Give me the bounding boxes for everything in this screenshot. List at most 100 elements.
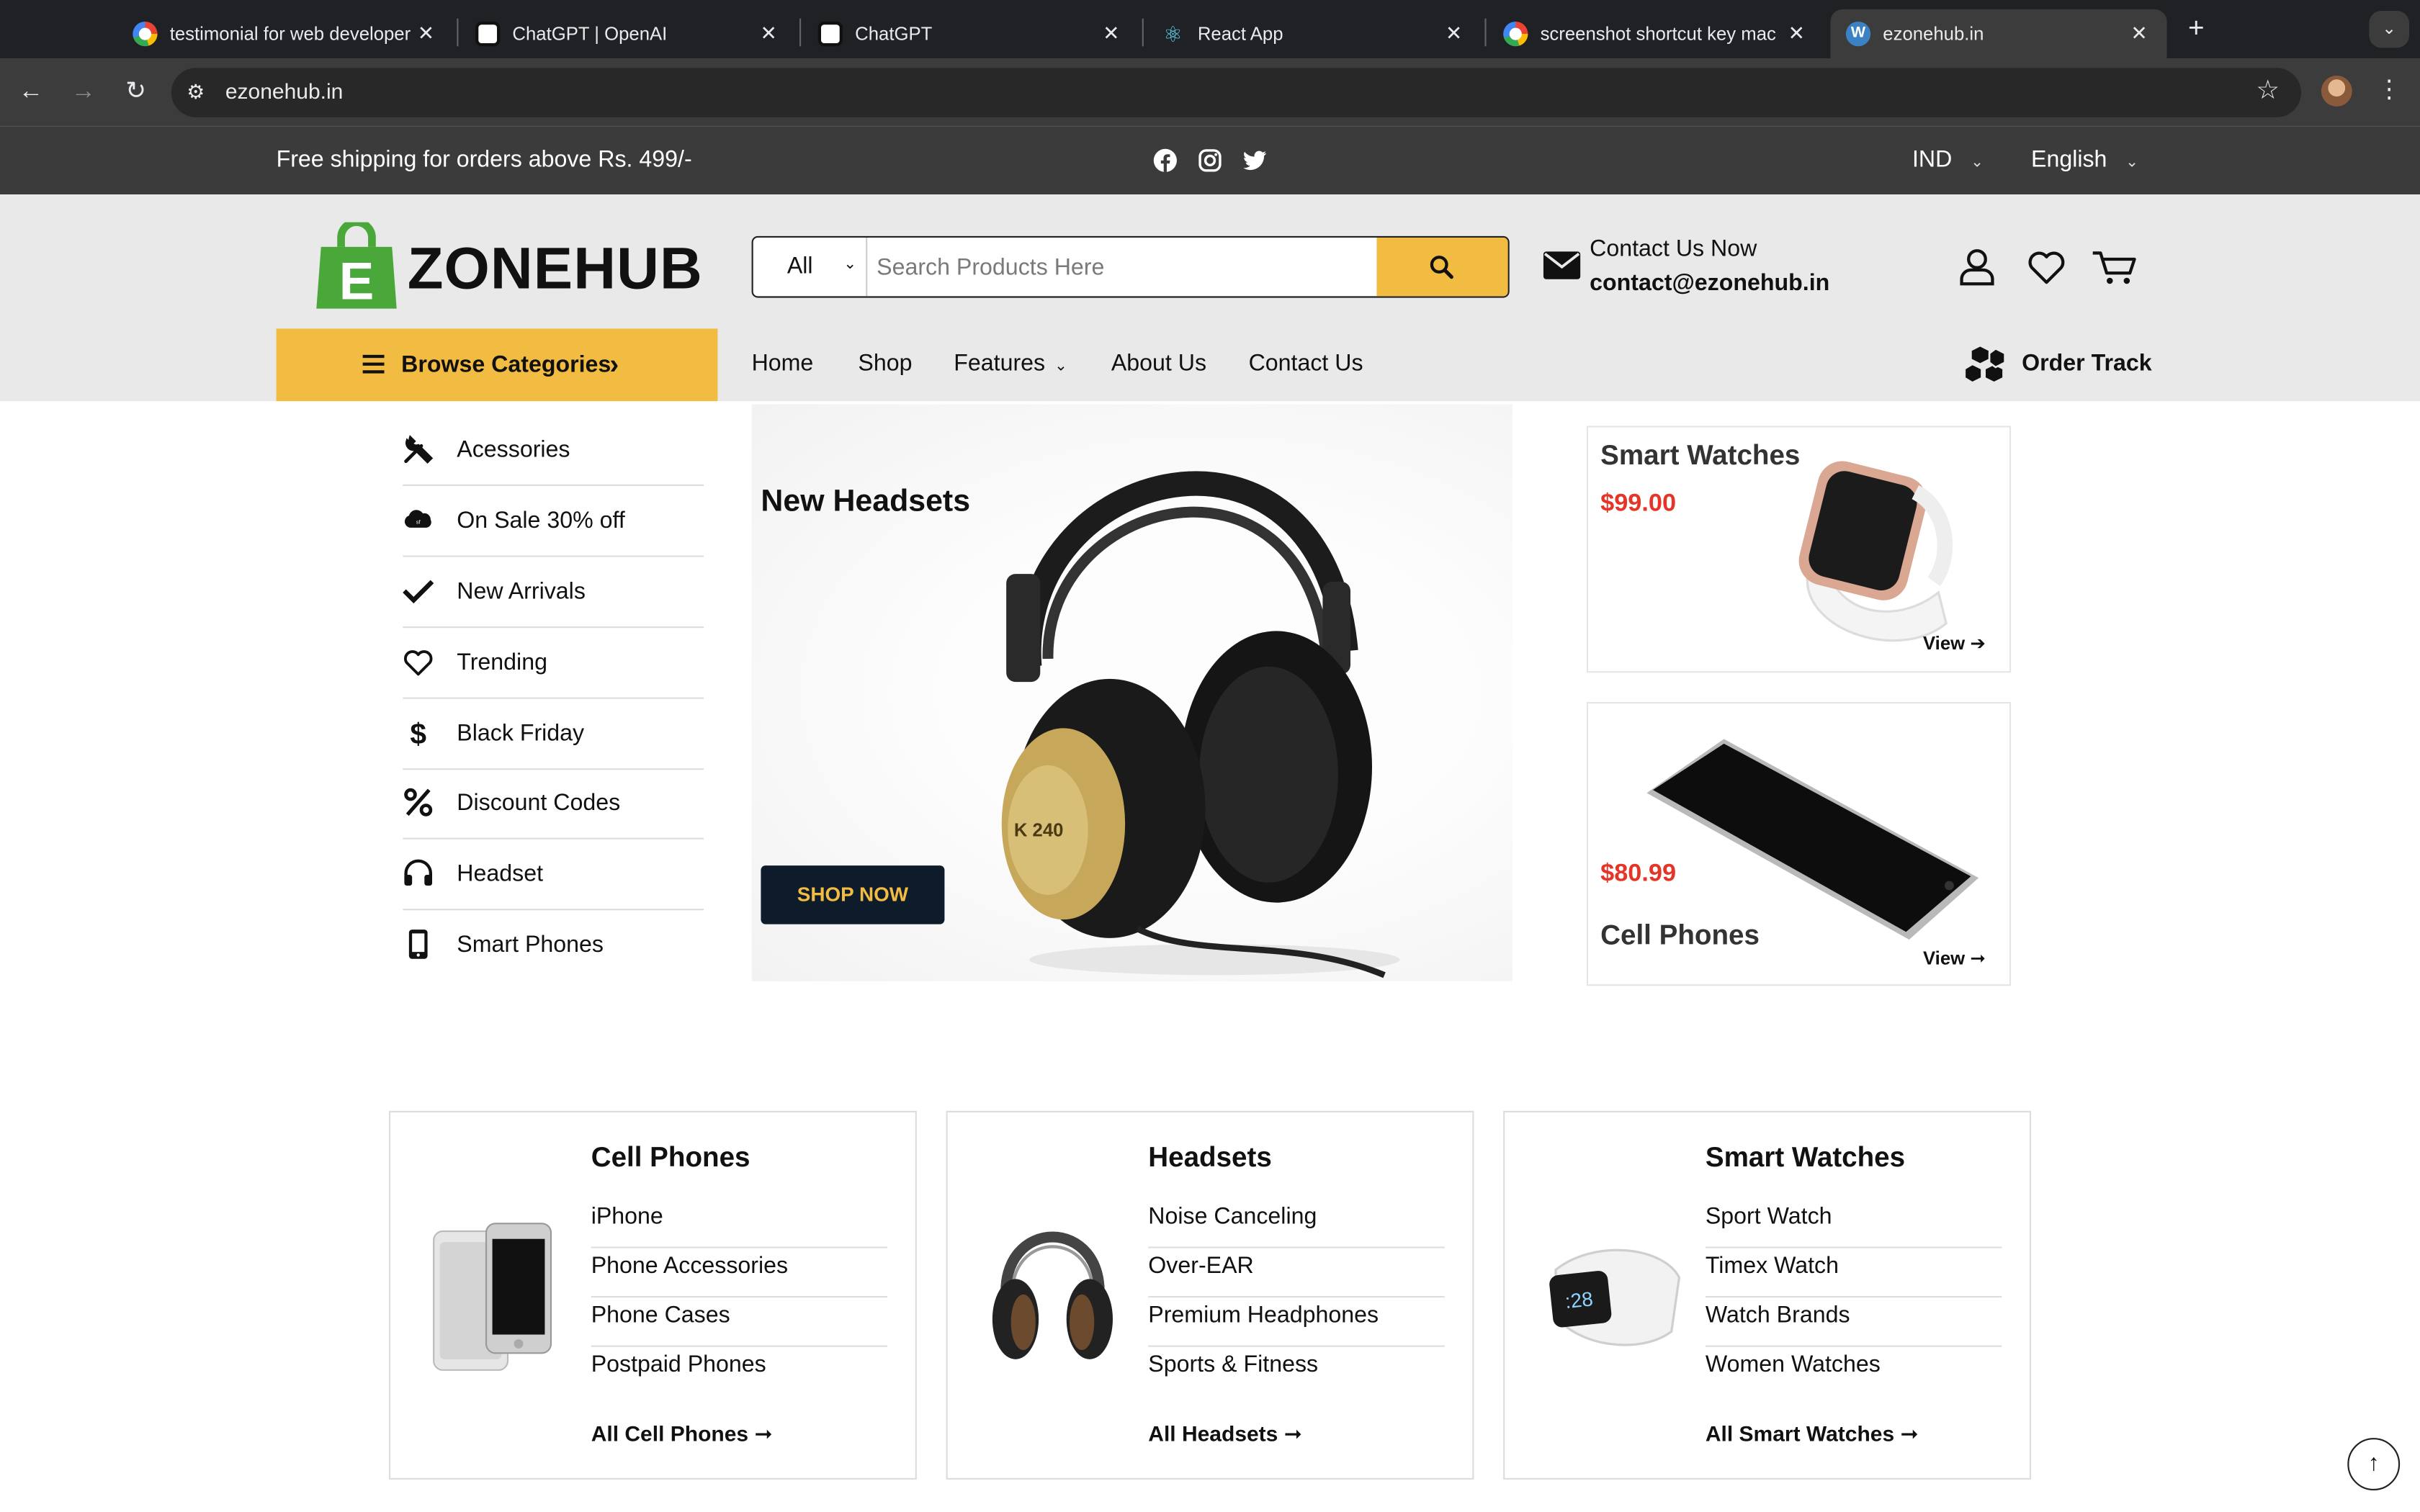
search-button[interactable] [1376,238,1508,297]
svg-text:$: $ [410,717,426,748]
promo-card-smart-watches[interactable]: Smart Watches $99.00 View ➔ [1586,426,2012,673]
back-icon[interactable]: ← [14,76,48,109]
site-logo[interactable]: E ZONEHUB [313,222,702,315]
category-link[interactable]: Watch Brands [1705,1297,2002,1347]
arrow-up-icon: ↑ [2367,1450,2380,1477]
arrow-right-icon: ➞ [1900,1421,1919,1446]
sidebar-item-discount-codes[interactable]: Discount Codes [403,768,704,840]
browser-tab-1[interactable]: testimonial for web developer ✕ [117,9,454,59]
close-icon[interactable]: ✕ [1784,22,1809,46]
browse-categories-button[interactable]: Browse Categories › [276,328,718,402]
nav-shop[interactable]: Shop [858,350,912,376]
promo-view-label: View [1923,632,1966,654]
category-link[interactable]: Sport Watch [1705,1199,2002,1248]
tab-separator [1484,18,1487,47]
category-link[interactable]: iPhone [591,1199,888,1248]
arrow-right-icon: ➞ [754,1421,773,1446]
browser-menu-icon[interactable]: ⋮ [2377,74,2401,105]
sidebar-item-new-arrivals[interactable]: New Arrivals [403,557,704,629]
smartwatch-image [1798,461,1953,642]
category-link[interactable]: Premium Headphones [1148,1297,1445,1347]
currency-select[interactable]: IND ⌄ [1912,147,1984,173]
all-category-link[interactable]: All Headsets ➞ [1148,1421,1302,1447]
watch-thumbnail: :28 [1549,1248,1681,1346]
promo-view-label: View [1923,947,1966,969]
search-category-select[interactable]: All ⌄ [753,238,868,297]
reload-icon[interactable]: ↻ [119,76,153,109]
close-icon[interactable]: ✕ [2127,22,2151,46]
language-value: English [2031,146,2107,173]
category-box-smart-watches: :28 Smart Watches Sport Watch Timex Watc… [1503,1110,2031,1480]
nav-features[interactable]: Features ⌄ [954,350,1067,376]
close-icon[interactable]: ✕ [413,22,438,46]
category-link[interactable]: Phone Cases [591,1297,888,1347]
cart-icon[interactable] [2092,247,2138,287]
all-category-link[interactable]: All Cell Phones ➞ [591,1421,773,1447]
tab-separator [1142,18,1144,47]
tab-title: React App [1197,23,1283,45]
url-text[interactable]: ezonehub.in [225,78,343,103]
nav-home[interactable]: Home [752,350,814,376]
category-link[interactable]: Phone Accessories [591,1248,888,1298]
order-track-link[interactable]: Order Track [1964,344,2152,387]
bookmark-star-icon[interactable]: ☆ [2256,76,2280,107]
instagram-icon[interactable] [1198,148,1222,173]
all-category-link[interactable]: All Smart Watches ➞ [1706,1421,1919,1447]
browse-categories-label: Browse Categories [401,351,611,378]
close-icon[interactable]: ✕ [1099,22,1124,46]
category-box-title: Headsets [1148,1141,1272,1173]
promo-card-cell-phones[interactable]: $80.99 Cell Phones View ➞ [1586,701,2012,986]
new-tab-button[interactable]: + [2179,12,2213,45]
site-settings-icon[interactable]: ⚙ [187,80,205,104]
hero-title: New Headsets [761,484,971,518]
language-select[interactable]: English ⌄ [2031,147,2138,173]
browser-toolbar: ← → ↻ ⚙ ezonehub.in ☆ [0,58,2420,127]
close-icon[interactable]: ✕ [756,22,781,46]
browser-tab-4[interactable]: ⚛ React App ✕ [1145,9,1482,59]
facebook-icon[interactable] [1153,148,1178,173]
browser-tab-3[interactable]: ChatGPT ✕ [802,9,1139,59]
shop-now-button[interactable]: SHOP NOW [761,865,945,924]
dollar-icon: $ [410,717,426,748]
wordpress-icon: W [1845,22,1871,47]
category-link[interactable]: Over-EAR [1148,1248,1445,1298]
category-link[interactable]: Sports & Fitness [1148,1347,1444,1397]
twitter-icon[interactable] [1242,148,1267,173]
nav-about-us[interactable]: About Us [1111,350,1206,376]
sidebar-item-headset[interactable]: Headset [403,840,704,911]
search-category-value: All [786,253,813,279]
scroll-to-top-button[interactable]: ↑ [2347,1438,2401,1490]
sidebar-item-on-sale[interactable]: sf On Sale 30% off [403,486,704,557]
tab-search-button[interactable]: ⌄ [2369,11,2409,48]
search-input[interactable] [877,246,1371,287]
site-header: E ZONEHUB All ⌄ Contact Us Now [0,194,2420,402]
profile-avatar[interactable] [2321,76,2352,107]
sidebar-item-accessories[interactable]: Acessories [403,415,704,486]
sidebar-item-smart-phones[interactable]: Smart Phones [403,910,704,981]
forward-icon[interactable]: → [66,76,100,109]
address-bar[interactable]: ⚙ ezonehub.in ☆ [171,68,2301,117]
wishlist-heart-icon[interactable] [2027,247,2067,287]
sidebar-item-trending[interactable]: Trending [403,628,704,699]
contact-email[interactable]: contact@ezonehub.in [1590,270,1829,296]
svg-text::28: :28 [1564,1287,1594,1313]
browser-tab-active[interactable]: W ezonehub.in ✕ [1830,9,2167,59]
sidebar-item-black-friday[interactable]: $ Black Friday [403,699,704,770]
category-link[interactable]: Noise Canceling [1148,1199,1445,1248]
chevron-down-icon: ⌄ [843,256,857,274]
promo-view-link[interactable]: View ➔ [1923,633,1986,654]
arrow-right-icon: ➞ [1970,947,1986,969]
promo-view-link[interactable]: View ➞ [1923,948,1986,969]
chevron-down-icon: ⌄ [1054,358,1067,375]
close-icon[interactable]: ✕ [1441,22,1466,46]
hero-banner[interactable]: New Headsets K 240 SHOP NOW [751,404,1512,981]
percent-icon [404,788,433,816]
category-link[interactable]: Postpaid Phones [591,1347,887,1397]
category-link[interactable]: Women Watches [1706,1347,2002,1397]
nav-contact-us[interactable]: Contact Us [1249,350,1363,376]
headphones-hero-image: K 240 [1001,471,1400,978]
user-icon[interactable] [1957,247,1997,287]
browser-tab-5[interactable]: screenshot shortcut key mac ✕ [1488,9,1824,59]
category-link[interactable]: Timex Watch [1705,1248,2002,1298]
browser-tab-2[interactable]: ChatGPT | OpenAI ✕ [460,9,797,59]
